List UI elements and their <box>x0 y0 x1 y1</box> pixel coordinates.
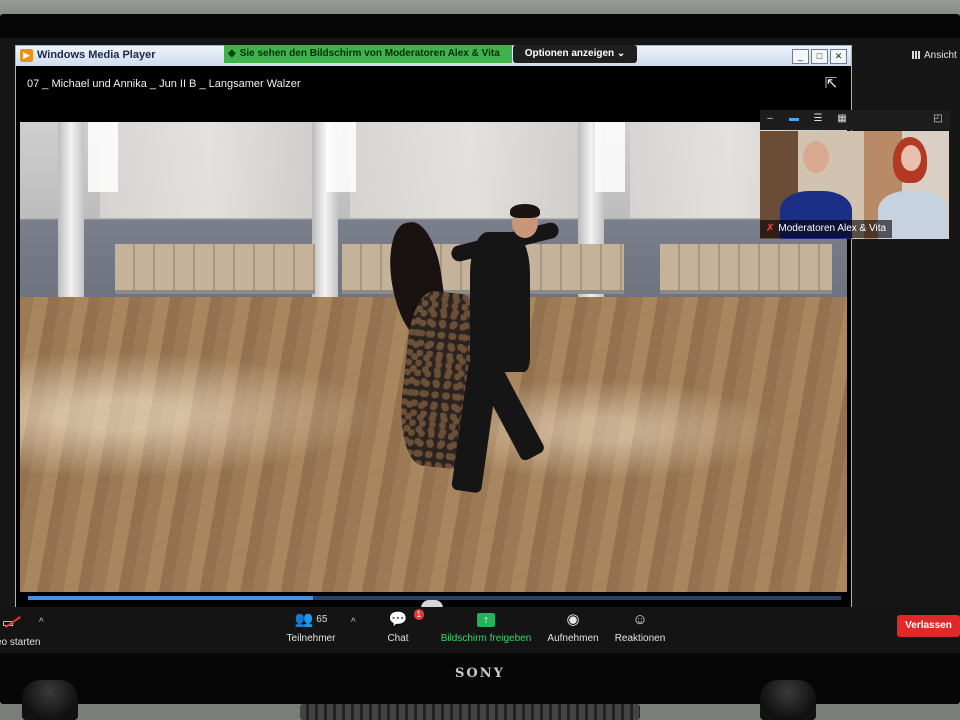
video-pillar <box>58 122 84 297</box>
shield-icon: ◆ <box>228 48 236 59</box>
grid-view-icon <box>912 51 920 60</box>
participants-count: 65 <box>316 614 328 626</box>
gallery-view-icon[interactable]: ▦ <box>836 114 848 124</box>
video-window-light <box>88 122 118 192</box>
filmstrip-view-icon[interactable]: ☰ <box>812 114 824 124</box>
video-window-light <box>326 122 356 192</box>
media-player-window: ▶ Windows Media Player _ □ ✕ 07 _ Michae… <box>15 45 852 609</box>
screen-share-banner: ◆ Sie sehen den Bildschirm von Moderatore… <box>224 45 512 63</box>
speaker-right <box>760 680 816 720</box>
dancer-head-hair <box>510 204 540 218</box>
video-benches <box>115 244 315 294</box>
chevron-up-icon[interactable]: ^ <box>39 617 44 628</box>
chat-button[interactable]: 💬 1 Chat <box>380 607 424 653</box>
expand-panel-icon[interactable]: ◰ <box>932 114 944 124</box>
participants-icon: 👥 65 <box>294 611 328 628</box>
fullscreen-icon[interactable]: ⇱ <box>822 75 840 93</box>
minimize-icon[interactable]: _ <box>792 49 809 64</box>
video-off-icon[interactable]: ▭ <box>2 615 22 630</box>
view-options-button[interactable]: Optionen anzeigen ⌄ <box>513 45 637 63</box>
chat-icon: 💬 1 <box>380 609 424 631</box>
participant-name: Moderatoren Alex & Vita <box>778 223 887 234</box>
reactions-label: Reaktionen <box>614 633 666 644</box>
record-icon: ◉ <box>566 611 580 628</box>
speaker-left <box>22 680 78 720</box>
reactions-icon: ☺ <box>632 611 648 628</box>
video-curtain <box>100 122 320 218</box>
record-button[interactable]: ◉ Aufnehmen <box>542 607 604 653</box>
close-icon[interactable]: ✕ <box>830 49 847 64</box>
leave-button[interactable]: Verlassen <box>897 615 960 637</box>
participants-label: Teilnehmer <box>286 633 336 644</box>
share-screen-label: Bildschirm freigeben <box>440 633 532 644</box>
media-player-title: Windows Media Player <box>37 49 156 61</box>
participant-head-left <box>803 141 829 173</box>
video-frame[interactable] <box>20 122 847 592</box>
maximize-icon[interactable]: □ <box>811 49 828 64</box>
speaker-view-icon[interactable]: ▬ <box>788 114 800 124</box>
chat-badge: 1 <box>413 609 424 620</box>
start-video-label[interactable]: eo starten <box>0 637 40 648</box>
window-controls: _ □ ✕ <box>792 49 847 64</box>
record-label: Aufnehmen <box>547 633 599 644</box>
reactions-button[interactable]: ☺ Reaktionen <box>610 607 670 653</box>
share-screen-icon: ↑ <box>436 609 536 631</box>
mic-muted-icon: ✗ <box>766 223 775 234</box>
minimize-panel-icon[interactable]: – <box>764 114 776 124</box>
media-player-logo-icon: ▶ <box>20 49 33 62</box>
participant-panel-toolbar: – ▬ ☰ ▦ ◰ <box>760 110 950 130</box>
view-button-label: Ansicht <box>924 50 957 61</box>
chevron-up-icon[interactable]: ^ <box>351 617 356 628</box>
participant-head-right <box>901 145 921 171</box>
chat-label: Chat <box>387 633 409 644</box>
seek-bar-fill <box>28 596 313 600</box>
video-curtain <box>350 122 590 218</box>
video-window-light <box>595 122 625 192</box>
monitor-brand-logo: SONY <box>455 666 505 681</box>
share-screen-button[interactable]: ↑ Bildschirm freigeben <box>436 607 536 653</box>
participants-button[interactable]: 👥 65 Teilnehmer <box>282 607 340 653</box>
chevron-down-icon: ⌄ <box>616 48 626 59</box>
keyboard <box>300 704 640 720</box>
view-options-label: Optionen anzeigen <box>524 48 615 59</box>
meeting-toolbar: 👥 65 Teilnehmer ^ 💬 1 Chat ↑ Bildschirm fr… <box>0 607 960 653</box>
share-banner-text: Sie sehen den Bildschirm von Moderatoren… <box>239 48 500 59</box>
participant-name-label: ✗ Moderatoren Alex & Vita <box>760 220 893 238</box>
video-benches <box>660 244 832 294</box>
now-playing-title: 07 _ Michael und Annika _ Jun II B _ Lan… <box>27 78 301 90</box>
view-button[interactable]: Ansicht <box>912 50 957 61</box>
